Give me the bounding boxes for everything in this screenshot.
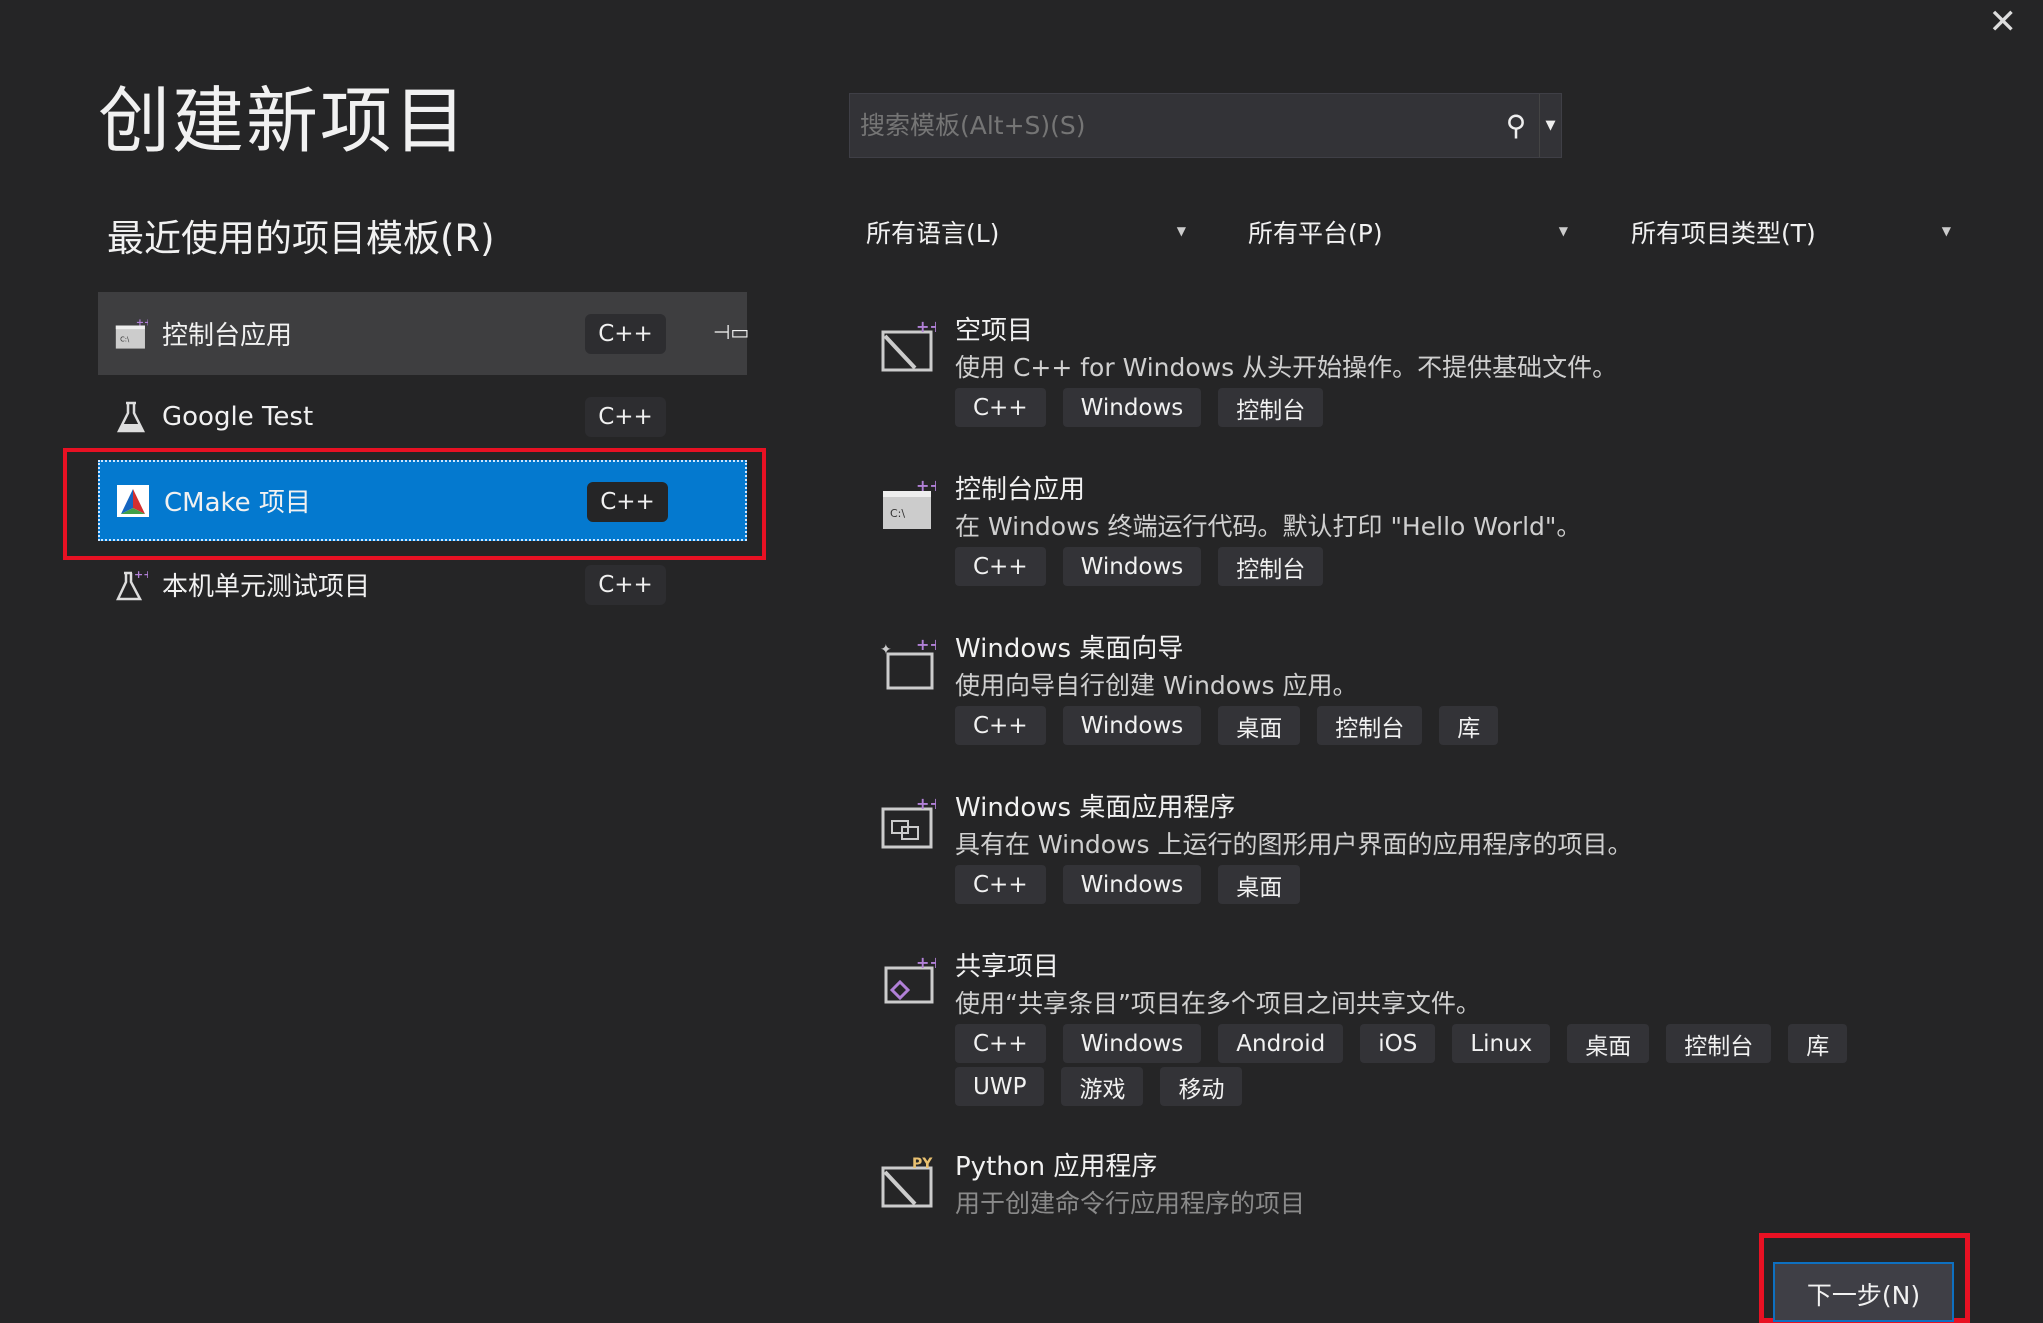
wizard-icon: ✦ ++	[880, 635, 943, 692]
close-icon[interactable]: ✕	[1989, 2, 2018, 42]
tag: Android	[1218, 1024, 1344, 1063]
search-input[interactable]	[850, 111, 1493, 140]
tag: Windows	[1062, 706, 1202, 745]
template-name: Python 应用程序	[955, 1152, 1158, 1182]
recent-templates-heading: 最近使用的项目模板(R)	[107, 217, 495, 260]
template-description: 用于创建命令行应用程序的项目	[955, 1189, 1306, 1218]
tag: Linux	[1452, 1024, 1551, 1063]
flask-plus-icon: ++	[114, 568, 148, 602]
svg-text:✦: ✦	[880, 642, 892, 658]
recent-template-item[interactable]: Google Test C++	[98, 375, 747, 458]
search-icon[interactable]: ⚲	[1493, 109, 1539, 142]
svg-text:++: ++	[134, 568, 148, 581]
filter-label: 所有平台(P)	[1248, 219, 1383, 248]
filter-label: 所有项目类型(T)	[1631, 219, 1816, 248]
tag: 移动	[1160, 1067, 1243, 1106]
chevron-down-icon: ▼	[1941, 224, 1951, 238]
python-app-icon: PY	[880, 1154, 936, 1210]
next-button[interactable]: 下一步(N)	[1773, 1262, 1954, 1322]
tag: Windows	[1062, 547, 1202, 586]
tag: 库	[1439, 706, 1499, 745]
template-tags: C++ Windows 控制台	[955, 388, 1855, 427]
template-name: 控制台应用	[955, 475, 1086, 505]
template-description: 使用 C++ for Windows 从头开始操作。不提供基础文件。	[955, 353, 1618, 382]
search-box[interactable]: ⚲ ▼	[849, 93, 1562, 158]
template-name: 空项目	[955, 316, 1034, 346]
filter-label: 所有语言(L)	[866, 219, 1000, 248]
tag: C++	[955, 547, 1046, 586]
empty-project-icon: ++	[880, 317, 943, 374]
tag: Windows	[1062, 1024, 1202, 1063]
tag: 桌面	[1218, 706, 1301, 745]
tag: UWP	[955, 1067, 1045, 1106]
filter-dropdown[interactable]: 所有语言(L) ▼	[866, 214, 1186, 250]
tag: 桌面	[1567, 1024, 1650, 1063]
template-description: 使用“共享条目”项目在多个项目之间共享文件。	[955, 989, 1481, 1018]
shared-project-icon: ++	[880, 953, 943, 1010]
chevron-down-icon: ▼	[1558, 224, 1568, 238]
template-name: 共享项目	[955, 952, 1060, 982]
template-tags: C++ Windows 控制台	[955, 547, 1855, 586]
template-name: Windows 桌面向导	[955, 634, 1184, 664]
recent-template-item[interactable]: C:\++控制台应用C++⊣▭	[98, 292, 749, 375]
template-tags: C++ Windows 桌面 控制台库	[955, 706, 1855, 745]
svg-text:++: ++	[916, 477, 936, 495]
language-badge: C++	[585, 565, 666, 605]
pin-icon[interactable]: ⊣▭	[713, 320, 749, 344]
search-options-chevron-down-icon[interactable]: ▼	[1539, 94, 1561, 157]
svg-text:++: ++	[916, 318, 936, 336]
tag: Windows	[1062, 865, 1202, 904]
tag: 游戏	[1061, 1067, 1144, 1106]
template-tags: C++ Windows 桌面	[955, 865, 1855, 904]
svg-text:++: ++	[916, 954, 936, 972]
svg-text:++: ++	[916, 636, 936, 654]
tag: C++	[955, 1024, 1046, 1063]
template-tags: C++ Windows Android iOS Linux 桌面 控制台库 UWP 游戏 移动	[955, 1024, 1855, 1106]
chevron-down-icon: ▼	[1176, 224, 1186, 238]
template-description: 在 Windows 终端运行代码。默认打印 "Hello World"。	[955, 512, 1582, 541]
flask-icon	[114, 400, 148, 434]
language-badge: C++	[585, 314, 666, 354]
tag: C++	[955, 388, 1046, 427]
tag: 控制台	[1317, 706, 1423, 745]
tag: Windows	[1062, 388, 1202, 427]
template-description: 具有在 Windows 上运行的图形用户界面的应用程序的项目。	[955, 830, 1633, 859]
console-app-icon: C:\ ++	[880, 476, 943, 533]
filter-dropdown[interactable]: 所有项目类型(T) ▼	[1631, 214, 1951, 250]
svg-text:C:\: C:\	[120, 335, 130, 343]
svg-text:C:\: C:\	[890, 507, 905, 520]
tag: 控制台	[1218, 388, 1324, 427]
template-description: 使用向导自行创建 Windows 应用。	[955, 671, 1358, 700]
tag: 库	[1788, 1024, 1848, 1063]
desktop-app-icon: ++	[880, 794, 943, 851]
tag: C++	[955, 706, 1046, 745]
tag: 控制台	[1218, 547, 1324, 586]
svg-text:++: ++	[916, 795, 936, 813]
tag: iOS	[1360, 1024, 1436, 1063]
filter-dropdown[interactable]: 所有平台(P) ▼	[1248, 214, 1568, 250]
tag: 控制台	[1666, 1024, 1772, 1063]
tag: C++	[955, 865, 1046, 904]
template-name: Windows 桌面应用程序	[955, 793, 1236, 823]
console-app-icon: C:\ ++	[114, 317, 148, 351]
language-badge: C++	[585, 397, 666, 437]
highlight-box	[63, 448, 766, 560]
svg-text:PY: PY	[912, 1156, 933, 1172]
page-title: 创建新项目	[98, 79, 469, 163]
tag: 桌面	[1218, 865, 1301, 904]
svg-text:++: ++	[136, 317, 148, 328]
